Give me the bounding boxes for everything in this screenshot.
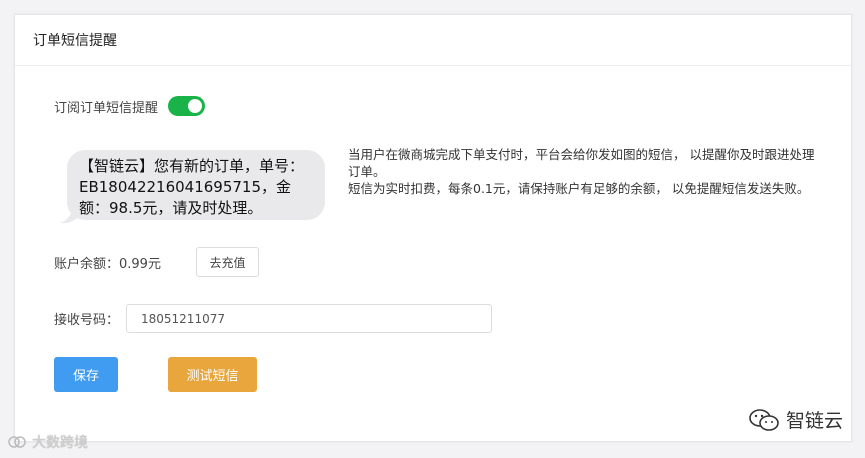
watermark-left-text: 大数跨境 [32, 435, 88, 451]
balance-row: 账户余额：0.99元 去充值 [54, 247, 259, 277]
toggle-knob [188, 99, 203, 113]
recharge-button[interactable]: 去充值 [196, 247, 259, 277]
sms-preview-bubble: 【智链云】您有新的订单，单号：EB18042216041695715，金额：98… [67, 150, 325, 220]
subscribe-row: 订阅订单短信提醒 [54, 96, 206, 116]
sms-reminder-panel: 订单短信提醒 [14, 14, 852, 442]
phone-label: 接收号码： [54, 313, 120, 328]
phone-row: 接收号码： 18051211077 [54, 304, 492, 333]
wechat-icon [749, 408, 779, 431]
watermark-logo-icon [8, 436, 26, 448]
save-button[interactable]: 保存 [54, 357, 118, 392]
subscribe-toggle[interactable] [168, 96, 206, 116]
watermark-right: 智链云 [748, 406, 843, 433]
page-title: 订单短信提醒 [33, 33, 117, 49]
watermark-left: 大数跨境 [8, 432, 88, 452]
sms-notice: 当用户在微商城完成下单支付时，平台会给你发如图的短信， 以提醒你及时跟进处理订单… [348, 146, 818, 197]
notice-line-1: 当用户在微商城完成下单支付时，平台会给你发如图的短信， 以提醒你及时跟进处理订单… [348, 147, 815, 179]
notice-line-2: 短信为实时扣费，每条0.1元，请保持账户有足够的余额， 以免提醒短信发送失败。 [348, 181, 810, 196]
subscribe-label: 订阅订单短信提醒 [54, 100, 159, 116]
balance-label: 账户余额：0.99元 [54, 256, 161, 272]
sms-preview-text: 【智链云】您有新的订单，单号：EB18042216041695715，金额：98… [79, 157, 305, 217]
test-sms-button[interactable]: 测试短信 [168, 357, 257, 392]
watermark-right-text: 智链云 [785, 410, 843, 432]
panel-header: 订单短信提醒 [15, 15, 851, 66]
phone-input[interactable]: 18051211077 [126, 304, 492, 333]
